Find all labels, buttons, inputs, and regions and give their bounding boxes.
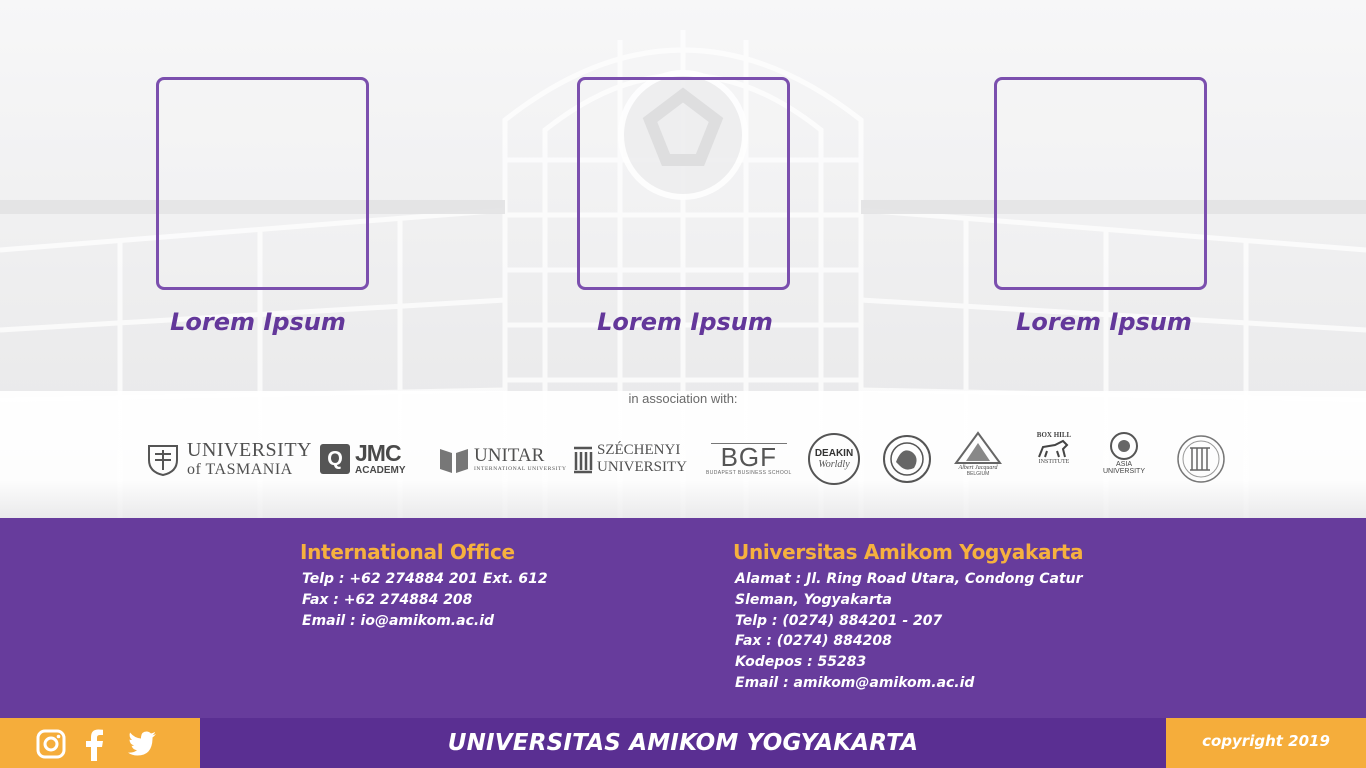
logo-text-line2: of TASMANIA — [187, 461, 293, 478]
card-label: Lorem Ipsum — [1016, 308, 1192, 336]
card-image-frame[interactable] — [994, 77, 1207, 290]
partner-logo-seal[interactable] — [882, 431, 932, 487]
uni-telp: Telp : (0274) 884201 - 207 — [735, 612, 943, 629]
uni-address-city: Sleman, Yogyakarta — [735, 591, 892, 608]
university-title: Universitas Amikom Yogyakarta — [733, 540, 1084, 564]
social-links — [0, 718, 200, 768]
partners-strip: in association with: UNIVERSITY of TASMA… — [0, 391, 1366, 518]
uni-address: Alamat : Jl. Ring Road Utara, Condong Ca… — [735, 571, 1083, 587]
partner-logo-unitar[interactable]: UNITAR INTERNATIONAL UNIVERSITY — [438, 431, 567, 487]
logo-text-line1: BOX HILL — [1036, 431, 1072, 439]
io-telp: Telp : +62 274884 201 Ext. 612 — [302, 571, 548, 587]
partner-logo-bgf[interactable]: BGF BUDAPEST BUSINESS SCHOOL — [706, 431, 792, 487]
footer-title: UNIVERSITAS AMIKOM YOGYAKARTA — [447, 730, 919, 756]
partners-heading: in association with: — [628, 391, 738, 406]
logo-text-line2: BUDAPEST BUSINESS SCHOOL — [706, 469, 792, 476]
logo-text-line2: INSTITUTE — [1038, 459, 1070, 465]
contact-section: International Office Telp : +62 274884 2… — [0, 518, 1366, 718]
logo-text-line2: UNIVERSITY — [597, 459, 687, 475]
logo-text-line2: Worldly — [818, 459, 850, 470]
uni-postcode: Kodepos : 55283 — [735, 654, 867, 671]
card-label: Lorem Ipsum — [170, 308, 346, 336]
logo-text-line1: JMC — [355, 440, 402, 466]
facebook-icon[interactable] — [82, 729, 106, 761]
horse-icon — [1038, 439, 1069, 458]
partner-logo-asia-university[interactable]: ASIA UNIVERSITY — [1103, 431, 1145, 487]
emblem-icon — [1110, 432, 1138, 460]
logo-text-line1: BGF — [720, 441, 778, 472]
logo-text-line2: BELGIUM — [966, 471, 990, 477]
international-office-title: International Office — [300, 540, 515, 564]
triangle-icon — [954, 431, 1002, 464]
logo-text-line1: ASIA — [1116, 461, 1132, 468]
twitter-icon[interactable] — [127, 729, 157, 759]
partner-logo-albert-jacquard[interactable]: Albert Jacquard BELGIUM — [954, 431, 1002, 487]
uni-email[interactable]: Email : amikom@amikom.ac.id — [733, 673, 1083, 694]
round-emblem-icon — [1177, 435, 1225, 483]
logo-text-line2: INTERNATIONAL UNIVERSITY — [474, 465, 567, 472]
seal-icon — [883, 435, 931, 483]
crest-icon — [148, 445, 178, 476]
footer-bar: UNIVERSITAS AMIKOM YOGYAKARTA copyright … — [0, 718, 1366, 768]
logo-text-line1: UNITAR — [474, 444, 545, 466]
partner-logo-deakin[interactable]: DEAKIN Worldly — [808, 431, 860, 487]
partner-logo-jmc[interactable]: Q JMC ACADEMY — [320, 431, 406, 487]
partner-logo-szechenyi[interactable]: SZÉCHENYI UNIVERSITY — [572, 431, 687, 487]
logo-text-line2: UNIVERSITY — [1103, 468, 1146, 475]
jmc-mark-icon: Q — [320, 444, 350, 474]
logo-text-line2: ACADEMY — [355, 465, 406, 476]
copyright-text: copyright 2019 — [1166, 718, 1366, 768]
instagram-icon[interactable] — [36, 729, 66, 759]
partner-logo-emblem[interactable] — [1176, 431, 1226, 487]
partner-logo-box-hill[interactable]: BOX HILL INSTITUTE — [1035, 431, 1073, 487]
io-email[interactable]: Email : io@amikom.ac.id — [300, 611, 548, 632]
uni-fax: Fax : (0274) 884208 — [735, 633, 892, 650]
io-fax: Fax : +62 274884 208 — [302, 591, 473, 608]
partner-logo-tasmania[interactable]: UNIVERSITY of TASMANIA — [145, 431, 312, 487]
card-label: Lorem Ipsum — [597, 308, 773, 336]
logo-text-line1: DEAKIN — [814, 448, 854, 459]
card-image-frame[interactable] — [156, 77, 369, 290]
university-contact-block: Universitas Amikom Yogyakarta Alamat : J… — [733, 540, 1084, 694]
international-office-block: International Office Telp : +62 274884 2… — [300, 540, 548, 631]
logo-text-line1: UNIVERSITY — [187, 439, 312, 461]
book-icon — [440, 449, 468, 473]
building-columns-icon — [574, 446, 593, 474]
card-image-frame[interactable] — [577, 77, 790, 290]
logo-text-line1: SZÉCHENYI — [597, 442, 681, 458]
